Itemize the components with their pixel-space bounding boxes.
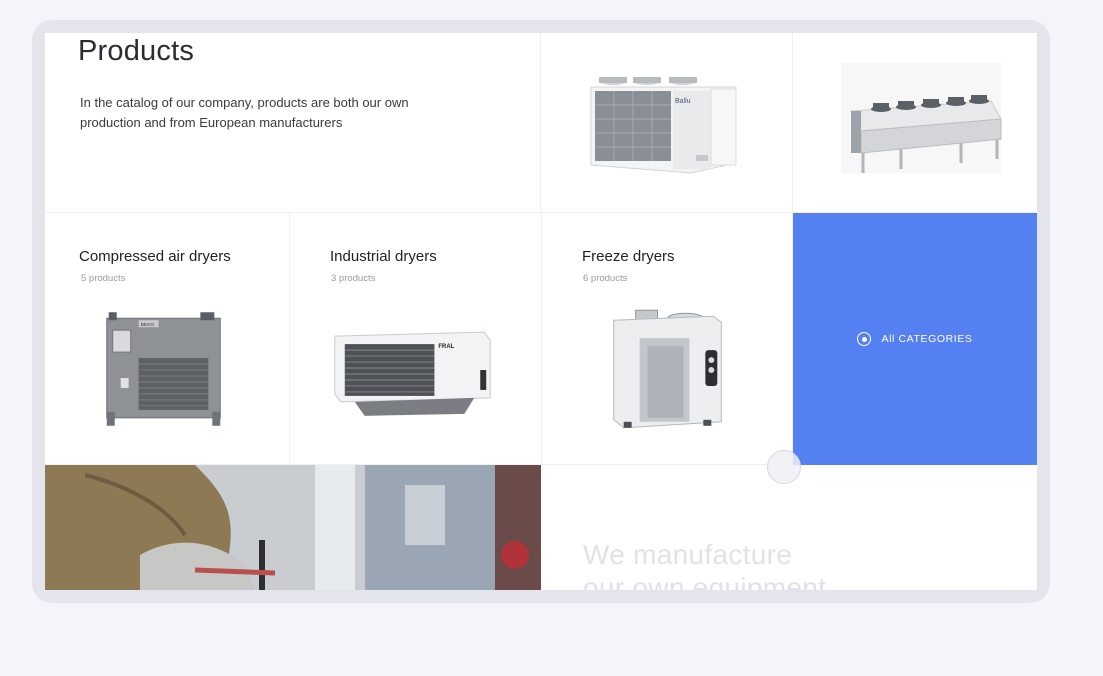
radio-dot-icon xyxy=(857,332,872,346)
products-section: Products In the catalog of our company, … xyxy=(45,33,1037,590)
cooler-image xyxy=(841,63,1002,173)
industrial-brand-text: FRAL xyxy=(438,344,454,350)
category-card-freeze-dryers[interactable]: Freeze dryers 6 products xyxy=(542,213,793,465)
category-title[interactable]: Compressed air dryers xyxy=(79,248,231,265)
category-title[interactable]: Freeze dryers xyxy=(582,248,675,265)
featured-product-cooler[interactable] xyxy=(793,33,1037,213)
dryer-brand-text: BEKO xyxy=(141,322,155,328)
page-title: Products xyxy=(78,35,195,67)
chiller-image: Ballu xyxy=(590,77,737,174)
cursor-circle xyxy=(767,450,801,484)
category-count: 5 products xyxy=(81,273,126,284)
freeze-dryer-image xyxy=(613,309,722,429)
intro-cell: Products In the catalog of our company, … xyxy=(45,33,541,213)
all-categories-label: All CATEGORIES xyxy=(881,333,973,345)
tagline-line-2: our own equipment xyxy=(583,572,827,590)
worker-photo-image xyxy=(45,465,541,590)
manufacturing-photo xyxy=(45,465,541,590)
compressed-air-dryer-image: BEKO xyxy=(106,312,221,426)
featured-product-chiller[interactable]: Ballu xyxy=(541,33,793,213)
category-card-industrial-dryers[interactable]: Industrial dryers 3 products FRAL xyxy=(290,213,542,465)
intro-description: In the catalog of our company, products … xyxy=(80,95,409,130)
industrial-dryer-image: FRAL xyxy=(334,331,491,416)
category-title[interactable]: Industrial dryers xyxy=(330,248,437,265)
tagline: We manufacture our own equipment xyxy=(583,538,826,590)
category-count: 3 products xyxy=(331,273,376,284)
tagline-line-1: We manufacture xyxy=(583,539,793,570)
chiller-brand-text: Ballu xyxy=(675,98,691,105)
category-count: 6 products xyxy=(583,273,628,284)
all-categories-button[interactable]: All CATEGORIES xyxy=(793,213,1037,465)
category-card-compressed-air-dryers[interactable]: Compressed air dryers 5 products BEKO xyxy=(45,213,290,465)
